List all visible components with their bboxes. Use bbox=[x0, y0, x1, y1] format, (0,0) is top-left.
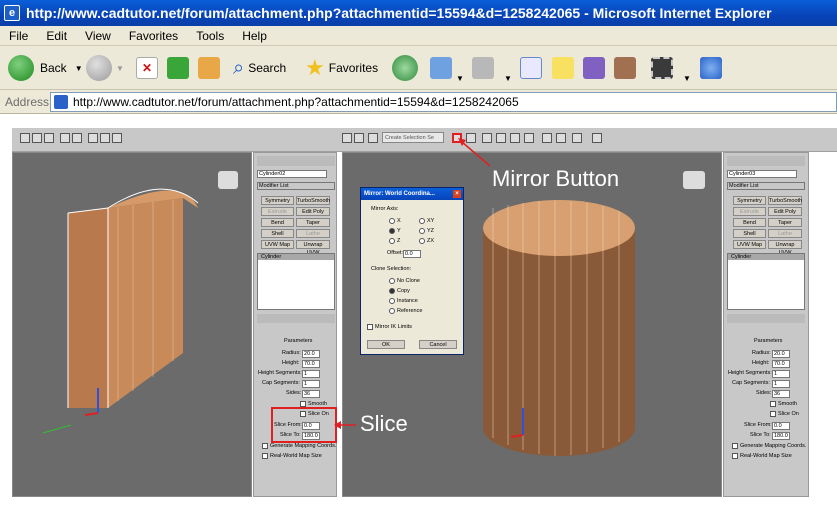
mirror-button-annotation: Mirror Button bbox=[492, 166, 620, 191]
slice-annotation: Slice bbox=[360, 411, 408, 436]
annotation-arrows bbox=[334, 138, 491, 429]
